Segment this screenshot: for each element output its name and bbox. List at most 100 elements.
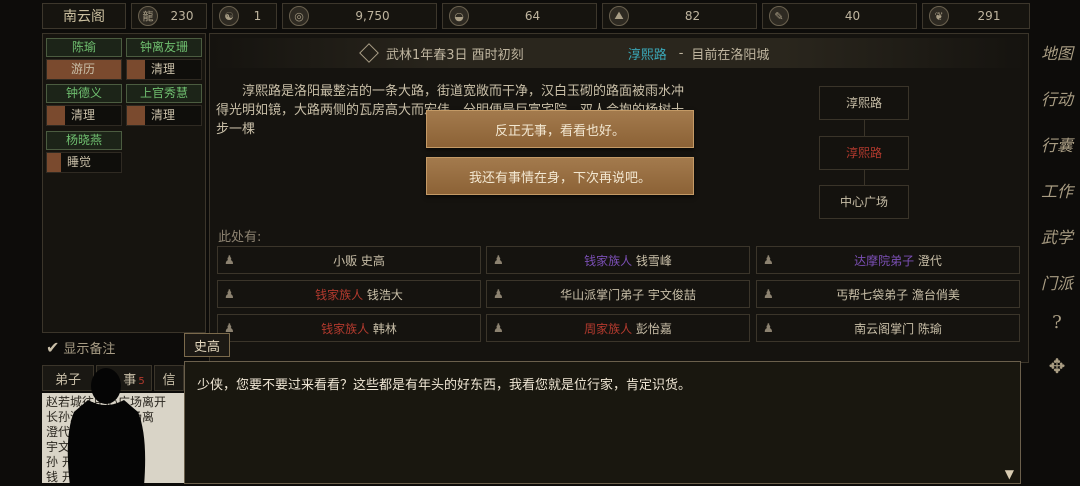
- npc-faction: 华山派掌门弟子: [560, 287, 645, 302]
- dragon-icon: 龍: [138, 6, 158, 26]
- member-name: 钟德义: [46, 84, 122, 103]
- npc-name: 小贩 史高: [333, 253, 385, 268]
- party-member[interactable]: 钟离友珊 清理: [126, 38, 202, 80]
- status-label: 睡觉: [67, 155, 92, 169]
- location-title-panel[interactable]: 南云阁: [42, 3, 126, 29]
- stat-meditation: ⛰ 82: [602, 3, 757, 29]
- settings-icon[interactable]: ✥: [1038, 344, 1076, 388]
- work-icon[interactable]: 工作: [1038, 168, 1076, 212]
- npc-faction: 周家族人: [584, 321, 633, 336]
- npc-faction: 钱家族人: [321, 321, 370, 336]
- member-name: 上官秀慧: [126, 84, 202, 103]
- npc-faction: 丐帮七袋弟子: [836, 287, 909, 302]
- person-icon: ♟: [224, 287, 235, 301]
- member-status: 清理: [126, 59, 202, 80]
- stat-value: 82: [684, 9, 701, 23]
- npc-faction: 达摩院弟子: [854, 253, 915, 268]
- action-icon[interactable]: 行动: [1038, 76, 1076, 120]
- npc-entry[interactable]: ♟ 达摩院弟子 澄代: [756, 246, 1020, 274]
- header-dash: -: [678, 45, 684, 61]
- npc-name: 钱雪峰: [635, 253, 672, 268]
- dialog-box[interactable]: 少侠，您要不要过来看看？这些都是有年头的好东西，我看您就是位行家，肯定识货。 ▼: [184, 361, 1021, 484]
- yinyang-icon: ☯: [219, 6, 239, 26]
- status-label: 清理: [71, 108, 96, 122]
- choice-decline-button[interactable]: 我还有事情在身，下次再说吧。: [426, 157, 694, 195]
- stat-value: 291: [977, 9, 1001, 23]
- location-title: 南云阁: [63, 9, 105, 25]
- stat-dragon: 龍 230: [131, 3, 207, 29]
- person-icon: ♟: [763, 253, 774, 267]
- status-label: 清理: [151, 108, 176, 122]
- person-icon: ♟: [493, 321, 504, 335]
- map-node-current: 淳熙路: [819, 136, 909, 170]
- speaker-name: 史高: [193, 339, 220, 355]
- npc-entry[interactable]: ♟ 南云阁掌门 陈瑜: [756, 314, 1020, 342]
- member-status: 清理: [126, 105, 202, 126]
- map-icon[interactable]: 地图: [1038, 30, 1076, 74]
- npc-faction: 钱家族人: [315, 287, 364, 302]
- npc-name: 钱浩大: [366, 287, 403, 302]
- member-status: 清理: [46, 105, 122, 126]
- stat-coin: ◎ 9,750: [282, 3, 437, 29]
- stat-value: 64: [524, 9, 541, 23]
- npc-name: 彭怡嘉: [635, 321, 672, 336]
- meditation-icon: ⛰: [609, 6, 629, 26]
- map-node[interactable]: 淳熙路: [819, 86, 909, 120]
- date-text: 武林1年春3日 酉时初刻: [386, 47, 524, 63]
- member-status: 睡觉: [46, 152, 122, 173]
- help-icon[interactable]: ?: [1038, 300, 1076, 344]
- stat-yinyang: ☯ 1: [212, 3, 277, 29]
- status-label: 游历: [71, 62, 96, 76]
- stat-heart: ❦ 291: [922, 3, 1030, 29]
- here-label: 此处有:: [218, 230, 262, 245]
- choice-accept-button[interactable]: 反正无事，看看也好。: [426, 110, 694, 148]
- member-status: 游历: [46, 59, 122, 80]
- header-bar: 武林1年春3日 酉时初刻 淳熙路 - 目前在洛阳城: [212, 38, 1026, 68]
- heart-icon: ❦: [929, 6, 949, 26]
- party-member[interactable]: 杨晓燕 睡觉: [46, 131, 122, 173]
- stat-food: ◒ 64: [442, 3, 597, 29]
- status-label: 清理: [151, 62, 176, 76]
- party-member[interactable]: 钟德义 清理: [46, 84, 122, 126]
- date-diamond-icon: [359, 43, 379, 63]
- sect-icon[interactable]: 门派: [1038, 260, 1076, 304]
- brush-icon: ✎: [769, 6, 789, 26]
- member-name: 杨晓燕: [46, 131, 122, 150]
- npc-entry[interactable]: ♟ 丐帮七袋弟子 澹台俏美: [756, 280, 1020, 308]
- npc-name: 南云阁掌门 陈瑜: [854, 321, 942, 336]
- stat-value: 230: [170, 9, 194, 23]
- coin-icon: ◎: [289, 6, 309, 26]
- show-notes-toggle[interactable]: ✔ 显示备注: [46, 338, 115, 357]
- person-icon: ♟: [763, 287, 774, 301]
- speaker-nameplate: 史高: [184, 333, 230, 357]
- road-name: 淳熙路: [627, 47, 667, 63]
- checkmark-icon: ✔: [46, 338, 60, 357]
- npc-entry[interactable]: ♟ 钱家族人 钱浩大: [217, 280, 481, 308]
- continue-arrow-icon[interactable]: ▼: [1005, 467, 1014, 481]
- martial-icon[interactable]: 武学: [1038, 214, 1076, 258]
- npc-entry[interactable]: ♟ 小贩 史高: [217, 246, 481, 274]
- party-member[interactable]: 上官秀慧 清理: [126, 84, 202, 126]
- food-bowl-icon: ◒: [449, 6, 469, 26]
- npc-name: 韩林: [372, 321, 397, 336]
- map-node[interactable]: 中心广场: [819, 185, 909, 219]
- party-member[interactable]: 陈瑜 游历: [46, 38, 122, 80]
- stat-value: 1: [253, 9, 262, 23]
- npc-name: 宇文俊喆: [647, 287, 696, 302]
- npc-entry[interactable]: ♟ 钱家族人 韩林: [217, 314, 481, 342]
- npc-entry[interactable]: ♟ 华山派掌门弟子 宇文俊喆: [486, 280, 750, 308]
- member-name: 钟离友珊: [126, 38, 202, 57]
- person-icon: ♟: [493, 253, 504, 267]
- person-icon: ♟: [493, 287, 504, 301]
- member-name: 陈瑜: [46, 38, 122, 57]
- npc-entry[interactable]: ♟ 钱家族人 钱雪峰: [486, 246, 750, 274]
- npc-faction: 钱家族人: [584, 253, 633, 268]
- npc-name: 澄代: [917, 253, 942, 268]
- person-icon: ♟: [763, 321, 774, 335]
- bag-icon[interactable]: 行囊: [1038, 122, 1076, 166]
- person-icon: ♟: [224, 253, 235, 267]
- speaker-silhouette: [67, 368, 146, 486]
- dialog-text: 少侠，您要不要过来看看？这些都是有年头的好东西，我看您就是位行家，肯定识货。: [197, 378, 692, 393]
- npc-entry[interactable]: ♟ 周家族人 彭怡嘉: [486, 314, 750, 342]
- npc-name: 澹台俏美: [911, 287, 960, 302]
